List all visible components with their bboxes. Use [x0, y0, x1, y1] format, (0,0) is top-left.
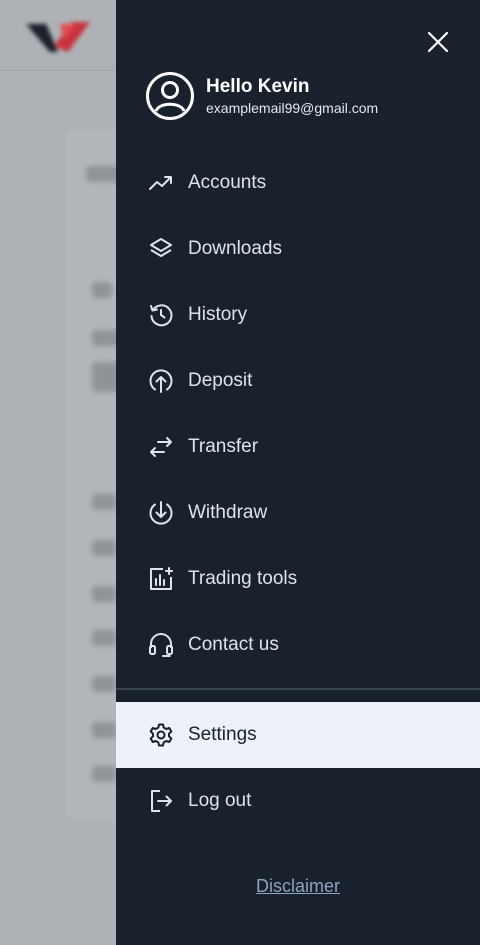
blurred-text [92, 676, 116, 692]
menu-item-contact-us[interactable]: Contact us [116, 612, 480, 678]
menu-item-logout[interactable]: Log out [116, 768, 480, 834]
close-icon [427, 31, 449, 53]
menu-item-label: History [188, 304, 248, 325]
blurred-text [92, 630, 116, 646]
user-profile: Hello Kevin examplemail99@gmail.com [145, 71, 378, 121]
drawer-menu: Accounts Downloads History Deposit Trans… [116, 150, 480, 678]
upload-circle-icon [147, 367, 175, 395]
menu-item-label: Contact us [188, 634, 279, 655]
menu-item-label: Deposit [188, 370, 253, 391]
logout-label: Log out [188, 790, 252, 811]
menu-item-settings[interactable]: Settings [116, 702, 480, 768]
headset-icon [147, 631, 175, 659]
menu-item-downloads[interactable]: Downloads [116, 216, 480, 282]
blurred-text [92, 586, 116, 602]
menu-item-trading-tools[interactable]: Trading tools [116, 546, 480, 612]
menu-item-accounts[interactable]: Accounts [116, 150, 480, 216]
disclaimer-link[interactable]: Disclaimer [116, 876, 480, 897]
navigation-drawer: Hello Kevin examplemail99@gmail.com Acco… [116, 0, 480, 945]
history-icon [147, 301, 175, 329]
settings-label: Settings [188, 724, 257, 745]
menu-item-withdraw[interactable]: Withdraw [116, 480, 480, 546]
layers-icon [147, 235, 175, 263]
menu-item-label: Transfer [188, 436, 259, 457]
menu-item-label: Downloads [188, 238, 282, 259]
blurred-text [92, 494, 116, 510]
menu-divider [116, 688, 480, 690]
user-email: examplemail99@gmail.com [206, 100, 379, 116]
download-circle-icon [147, 499, 175, 527]
blurred-text [92, 766, 116, 782]
logout-icon [147, 787, 175, 815]
close-button[interactable] [422, 26, 454, 58]
menu-item-history[interactable]: History [116, 282, 480, 348]
gear-icon [147, 721, 175, 749]
trend-up-icon [147, 169, 175, 197]
user-avatar-icon [146, 72, 194, 120]
menu-item-transfer[interactable]: Transfer [116, 414, 480, 480]
menu-item-label: Withdraw [188, 502, 268, 523]
blurred-text [92, 722, 116, 738]
menu-item-label: Trading tools [188, 568, 298, 589]
menu-item-label: Accounts [188, 172, 267, 193]
chart-add-icon [147, 565, 175, 593]
blurred-text [92, 540, 116, 556]
transfer-arrows-icon [147, 433, 175, 461]
user-greeting: Hello Kevin [206, 76, 310, 97]
menu-item-deposit[interactable]: Deposit [116, 348, 480, 414]
blurred-text [92, 282, 112, 298]
brand-logo-icon [26, 22, 90, 52]
